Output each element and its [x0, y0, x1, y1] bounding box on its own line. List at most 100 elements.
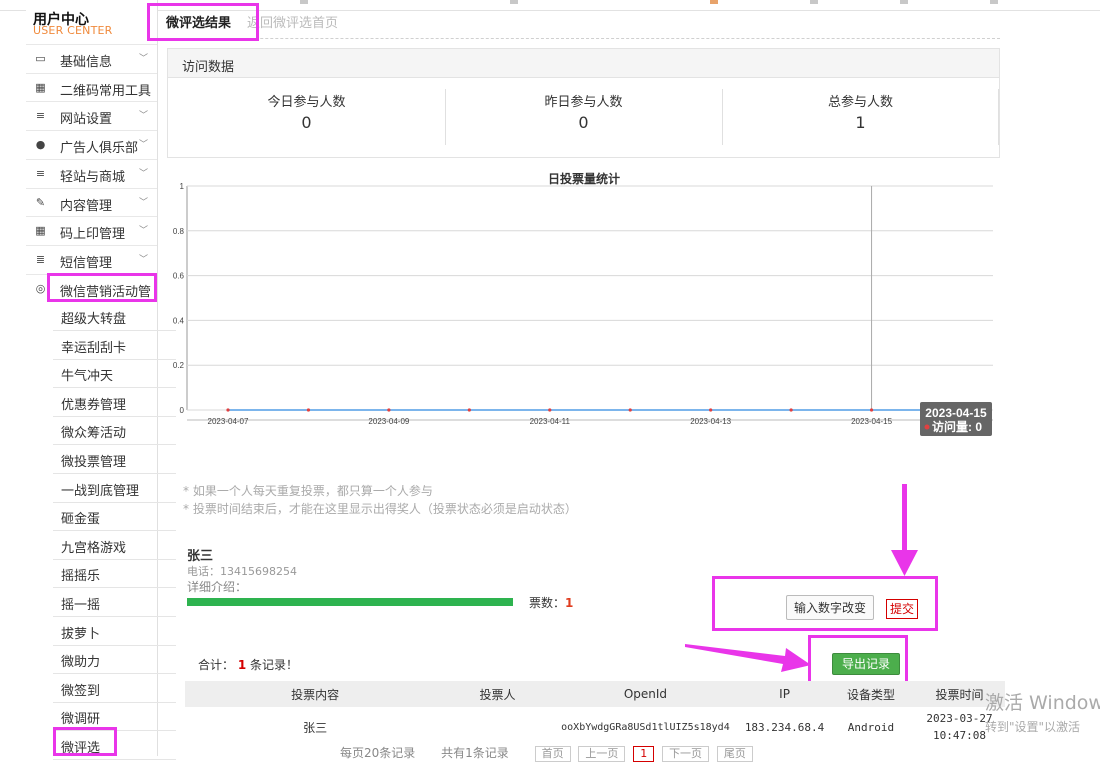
- submenu-item[interactable]: 九宫格游戏: [53, 531, 176, 560]
- data-point: [467, 408, 471, 412]
- next-page-button[interactable]: 下一页: [662, 746, 710, 762]
- submenu-item[interactable]: 微投票管理: [53, 445, 176, 474]
- bookmark-icon[interactable]: [900, 0, 908, 4]
- first-page-button[interactable]: 首页: [534, 746, 571, 762]
- cell-voter: [445, 707, 550, 747]
- tip-line: * 如果一个人每天重复投票，都只算一个人参与: [183, 484, 433, 498]
- sidebar-item[interactable]: ▦ 二维码常用工具: [26, 72, 157, 102]
- submenu-item-label: 摇摇乐: [61, 569, 101, 585]
- last-page-button[interactable]: 尾页: [716, 746, 753, 762]
- sidebar-item-label: 二维码常用工具: [60, 83, 152, 99]
- tips-block: * 如果一个人每天重复投票，都只算一个人参与 * 投票时间结束后，才能在这里显示…: [183, 482, 783, 518]
- sidebar-item-label: 轻站与商城: [60, 169, 126, 185]
- vote-progress-fill: [187, 598, 513, 606]
- submenu-item-label: 微投票管理: [61, 455, 127, 470]
- bookmark-icon[interactable]: [510, 0, 518, 4]
- stat-value: 0: [578, 113, 589, 132]
- data-point: [226, 408, 230, 412]
- submenu-item-label: 九宫格游戏: [61, 540, 127, 556]
- sidebar-item[interactable]: ● 广告人俱乐部 ﹀: [26, 130, 157, 159]
- annotation-arrow-right: [685, 644, 811, 672]
- candidate-intro: 详细介绍：: [187, 580, 248, 594]
- bookmark-icon[interactable]: [710, 0, 718, 4]
- sidebar: 用户中心 USER CENTER ▭ 基础信息 ﹀ ▦ 二维码常用工具 ≡ 网站设置 ﹀ ● 广告…: [26, 0, 176, 760]
- submenu-item-label: 微调研: [61, 712, 101, 728]
- stat-value: 0: [301, 113, 312, 132]
- submenu-item[interactable]: 摇摇乐: [53, 559, 176, 589]
- submenu-item[interactable]: 超级大转盘: [53, 302, 176, 331]
- sidebar-item-label: 短信管理: [60, 255, 113, 271]
- current-page-button[interactable]: 1: [633, 746, 655, 762]
- bookmark-icon[interactable]: [810, 0, 818, 4]
- sidebar-item[interactable]: ≡ 网站设置 ﹀: [26, 101, 157, 130]
- bookmark-icon[interactable]: [300, 0, 308, 4]
- pager-total: 共有1条记录: [441, 746, 509, 760]
- sidebar-item[interactable]: ≣ 短信管理 ﹀: [26, 244, 157, 274]
- cell-device: Android: [847, 720, 895, 734]
- x-tick-label: 2023-04-09: [368, 417, 409, 426]
- back-link[interactable]: 返回微评选首页: [247, 12, 338, 31]
- tab-bar: 微评选结果 返回微评选首页: [150, 8, 1000, 39]
- x-tick-label: 2023-04-15: [851, 417, 892, 426]
- vote-count-label: 票数：1: [529, 594, 573, 611]
- sidebar-item-label: 码上印管理: [60, 227, 126, 243]
- submenu-item[interactable]: 砸金蛋: [53, 502, 176, 532]
- cell-content: 张三: [303, 720, 328, 735]
- bookmark-icon[interactable]: [990, 0, 998, 4]
- submenu-item-label: 微签到: [61, 683, 101, 699]
- submenu-item[interactable]: 一战到底管理: [53, 474, 176, 503]
- submenu-item[interactable]: 拔萝卜: [53, 617, 176, 646]
- submenu-item[interactable]: 微众筹活动: [53, 416, 176, 446]
- submenu-item[interactable]: 幸运刮刮卡: [53, 331, 176, 360]
- votes-label: 票数：: [529, 596, 566, 610]
- stat-label: 昨日参与人数: [544, 95, 623, 110]
- submenu-item[interactable]: 优惠券管理: [53, 388, 176, 417]
- sidebar-item[interactable]: ▦ 码上印管理 ﹀: [26, 216, 157, 245]
- database-icon: ≣: [35, 252, 46, 266]
- sidebar-item[interactable]: ✎ 内容管理 ﹀: [26, 187, 157, 217]
- submenu-item-label: 牛气冲天: [61, 369, 114, 385]
- divider: [998, 89, 999, 145]
- qrcode-icon: ▦: [35, 80, 46, 94]
- sidebar-item[interactable]: ▭ 基础信息 ﹀: [26, 44, 157, 73]
- submenu-item[interactable]: 微签到: [53, 674, 176, 703]
- column-header: OpenId: [549, 681, 742, 707]
- submenu-item[interactable]: 微助力: [53, 645, 176, 675]
- submenu-item[interactable]: 摇一摇: [53, 588, 176, 617]
- summary-prefix: 合计：: [198, 658, 235, 672]
- prev-page-button[interactable]: 上一页: [578, 746, 626, 762]
- x-tick-label: 2023-04-13: [690, 417, 731, 426]
- pager-per-page: 每页20条记录: [340, 746, 416, 760]
- export-records-button[interactable]: 导出记录: [832, 653, 900, 675]
- data-point: [387, 408, 391, 412]
- column-header: 投票内容: [185, 681, 446, 707]
- submenu-item-label: 砸金蛋: [61, 512, 101, 528]
- sidebar-item-label: 网站设置: [60, 112, 113, 128]
- y-tick-label: 1: [180, 182, 185, 191]
- windows-activation-watermark: 激活 Windows 转到"设置"以激活: [985, 688, 1100, 735]
- stat-today: 今日参与人数 0: [168, 77, 445, 157]
- chart-title: 日投票量统计: [548, 171, 620, 186]
- tip-line: * 投票时间结束后，才能在这里显示出得奖人（投票状态必须是启动状态）: [183, 502, 577, 516]
- summary-suffix: 条记录！: [250, 658, 299, 672]
- tooltip-marker: [924, 424, 930, 430]
- table-header-row: 投票内容 投票人 OpenId IP 设备类型 投票时间: [185, 681, 1005, 707]
- submenu-item-label: 拔萝卜: [61, 626, 101, 642]
- sidebar-item[interactable]: ≡ 轻站与商城 ﹀: [26, 158, 157, 188]
- chevron-down-icon: ﹀: [138, 226, 148, 237]
- submenu-item[interactable]: 牛气冲天: [53, 359, 176, 389]
- watermark-line2: 转到"设置"以激活: [985, 720, 1081, 734]
- input-number-button[interactable]: 输入数字改变: [786, 595, 874, 620]
- column-header: 投票人: [445, 681, 550, 707]
- submit-button[interactable]: 提交: [886, 599, 919, 619]
- data-point: [548, 408, 552, 412]
- data-point: [869, 408, 874, 412]
- y-tick-label: 0.4: [173, 316, 185, 325]
- visit-panel-title: 访问数据: [182, 60, 235, 75]
- sidebar-item-label: 广告人俱乐部: [60, 141, 139, 157]
- visit-panel-header: 访问数据: [168, 49, 999, 78]
- vote-records-table: 投票内容 投票人 OpenId IP 设备类型 投票时间 张三 ooXbYwdg…: [185, 681, 1005, 747]
- cell-ip: 183.234.68.4: [744, 720, 825, 734]
- submenu-item-label: 摇一摇: [61, 598, 101, 613]
- pagination: 每页20条记录 共有1条记录 首页 上一页 1 下一页 尾页: [340, 744, 753, 762]
